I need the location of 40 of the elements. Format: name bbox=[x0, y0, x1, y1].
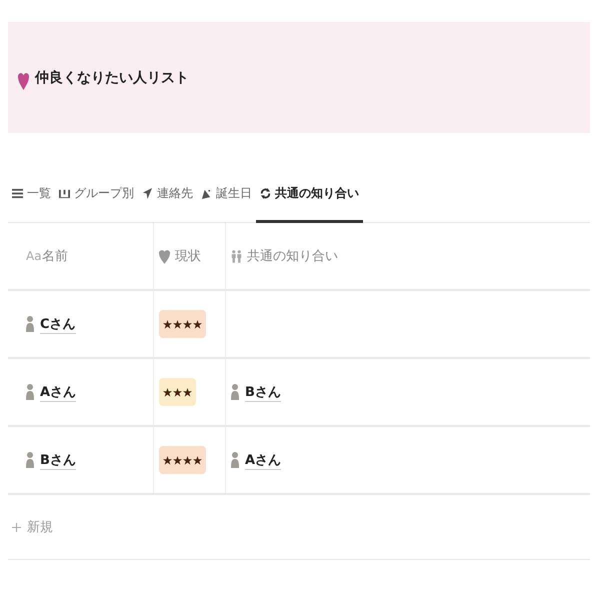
page-link[interactable]: Aさん bbox=[245, 450, 282, 470]
star-icon bbox=[173, 320, 182, 328]
star-icon bbox=[183, 388, 192, 396]
party-icon bbox=[201, 188, 212, 199]
sync-icon bbox=[260, 188, 271, 199]
star-icon bbox=[193, 456, 202, 464]
page-link[interactable]: Bさん bbox=[40, 450, 76, 470]
heart-icon bbox=[18, 70, 29, 90]
plus-icon bbox=[12, 522, 21, 532]
column-header[interactable]: 名前 bbox=[42, 247, 68, 265]
page-link[interactable]: Bさん bbox=[245, 382, 281, 402]
view-tab[interactable]: 共通の知り合い bbox=[256, 167, 363, 223]
star-icon bbox=[163, 388, 172, 396]
send-icon bbox=[142, 188, 153, 199]
board-icon bbox=[59, 188, 70, 199]
view-tab[interactable]: グループ別 bbox=[55, 167, 138, 223]
star-icon bbox=[163, 320, 172, 328]
people-icon bbox=[231, 248, 242, 264]
column-header[interactable]: 現状 bbox=[175, 247, 201, 265]
page-title: 仲良くなりたい人リスト bbox=[35, 68, 189, 86]
person-icon bbox=[26, 452, 34, 468]
star-icon bbox=[173, 388, 182, 396]
page-link[interactable]: Aさん bbox=[40, 382, 76, 402]
new-row-button[interactable]: 新規 bbox=[8, 495, 590, 560]
column-header[interactable]: 共通の知り合い bbox=[247, 247, 338, 265]
view-tab[interactable]: 誕生日 bbox=[197, 167, 256, 223]
star-icon bbox=[193, 320, 202, 328]
view-tab[interactable]: 一覧 bbox=[8, 167, 55, 223]
person-icon bbox=[231, 384, 239, 400]
person-icon bbox=[26, 384, 34, 400]
view-tab[interactable]: 連絡先 bbox=[138, 167, 197, 223]
star-icon bbox=[183, 456, 192, 464]
page-link[interactable]: Cさん bbox=[40, 314, 76, 334]
star-icon bbox=[163, 456, 172, 464]
person-icon bbox=[231, 452, 239, 468]
star-icon bbox=[183, 320, 192, 328]
heart-icon bbox=[159, 248, 170, 264]
person-icon bbox=[26, 316, 34, 332]
star-icon bbox=[173, 456, 182, 464]
list-icon bbox=[12, 188, 23, 199]
